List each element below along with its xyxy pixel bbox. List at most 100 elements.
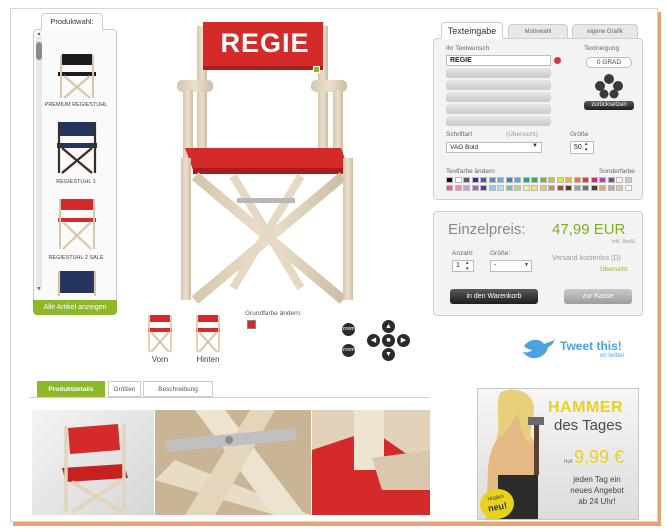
color-swatch[interactable] [497,184,504,191]
detail-photo-chair[interactable] [32,410,154,515]
color-swatch[interactable] [565,177,572,183]
color-swatch[interactable] [446,177,453,183]
text-line-1[interactable]: REGIE [446,55,551,66]
color-swatch[interactable] [514,184,521,191]
base-color-swatch[interactable] [247,320,256,329]
resize-handle-icon[interactable] [313,66,320,73]
qty-arrows-icon[interactable]: ▲ ▼ [465,260,469,272]
color-swatch[interactable] [471,177,479,183]
color-swatch[interactable] [624,177,632,183]
color-swatch[interactable] [556,184,564,191]
chair-thumbnail-navy[interactable] [52,268,102,296]
view-front-thumbnail[interactable] [145,313,175,353]
color-swatch[interactable] [505,177,513,183]
color-swatch[interactable] [522,184,530,191]
detail-photo-arm[interactable] [312,410,430,515]
chevron-down-icon[interactable]: ▼ [532,143,538,149]
color-palette[interactable] [446,177,636,193]
tweet-link[interactable]: Tweet this! [560,339,622,353]
color-swatch[interactable] [471,184,479,191]
tilt-value[interactable]: 0 GRAD [586,57,632,68]
zoom-out-button[interactable]: zoom [342,344,355,357]
chevron-down-icon[interactable]: ▼ [524,262,529,268]
view-back-thumbnail[interactable] [193,313,223,353]
text-line-5[interactable] [446,104,551,114]
color-swatch[interactable] [463,184,470,191]
color-swatch[interactable] [454,184,462,191]
color-swatch[interactable] [505,184,513,191]
tab-produktwahl[interactable]: Produktwahl: [41,13,103,30]
color-swatch[interactable] [480,177,487,183]
pan-up-icon[interactable]: ▲ [382,320,395,333]
color-swatch[interactable] [590,184,598,191]
font-overview-link[interactable]: (Übersicht) [506,131,538,138]
color-swatch[interactable] [582,184,589,191]
list-item[interactable]: REGIESTUHL 1 [34,115,118,190]
view-back-label: Hinten [196,355,220,364]
color-swatch[interactable] [590,177,598,183]
color-swatch[interactable] [548,177,555,183]
color-swatch[interactable] [463,177,470,183]
detail-photo-joint[interactable] [155,410,311,515]
color-swatch[interactable] [624,184,632,191]
tab-texteingabe[interactable]: Texteingabe [441,22,503,39]
text-line-2[interactable] [446,68,551,78]
price-label: Einzelpreis: [448,221,526,238]
stepper-arrows-icon[interactable]: ▲ ▼ [584,141,588,153]
zoom-in-button[interactable]: zoom [342,323,355,336]
reset-tilt-button[interactable]: zurücksetzen [584,101,634,110]
overview-link[interactable]: Übersicht [600,266,627,273]
qty-stepper[interactable]: 1 [452,260,474,272]
tab-groessen[interactable]: Größen [108,381,141,397]
text-line-4[interactable] [446,92,551,102]
color-swatch[interactable] [522,177,530,183]
pan-left-icon[interactable]: ◀ [367,334,380,347]
color-swatch[interactable] [607,177,615,183]
arm-photo [312,410,430,515]
text-line-6[interactable] [446,116,551,126]
color-swatch[interactable] [531,184,538,191]
color-swatch[interactable] [539,184,547,191]
color-swatch[interactable] [573,184,581,191]
color-swatch[interactable] [446,184,453,191]
color-swatch[interactable] [539,177,547,183]
pan-right-icon[interactable]: ▶ [397,334,410,347]
color-swatch[interactable] [616,184,623,191]
twitter-bird-icon[interactable] [522,336,556,360]
tilt-presets-icon[interactable] [594,73,624,99]
tab-motivwahl[interactable]: Motivwahl [508,24,568,39]
show-all-button[interactable]: Alle Artikel anzeigen [33,300,117,315]
checkout-button[interactable]: zur Kasse [564,289,632,304]
color-swatch[interactable] [488,184,496,191]
text-line-3[interactable] [446,80,551,90]
color-swatch[interactable] [531,177,538,183]
color-swatch[interactable] [497,177,504,183]
color-swatch[interactable] [548,184,555,191]
color-swatch[interactable] [565,184,572,191]
delete-line-icon[interactable] [554,57,561,64]
color-swatch[interactable] [616,177,623,183]
color-swatch[interactable] [514,177,521,183]
color-swatch[interactable] [573,177,581,183]
add-to-cart-button[interactable]: in den Warenkorb [450,289,538,304]
pan-center-icon[interactable]: ■ [382,334,395,347]
pan-down-icon[interactable]: ▼ [382,348,395,361]
tab-produktdetails[interactable]: Produktdetails [37,381,105,397]
font-select[interactable]: VAG Bold [446,142,542,153]
promo-title-2: des Tages [554,417,623,434]
color-swatch[interactable] [599,184,606,191]
tab-beschreibung[interactable]: Beschreibung [143,381,213,397]
color-swatch[interactable] [582,177,589,183]
color-swatch[interactable] [488,177,496,183]
list-item[interactable]: REGIESTUHL 2 SALE [34,190,118,265]
scroll-down-icon[interactable]: ▼ [36,286,42,292]
list-item[interactable]: PREMIUM REGIESTUHL [34,30,118,115]
color-swatch[interactable] [599,177,606,183]
color-swatch[interactable] [480,184,487,191]
color-swatch[interactable] [607,184,615,191]
color-swatch[interactable] [454,177,462,183]
size-stepper[interactable]: 50 [570,141,594,154]
tab-eigene-grafik[interactable]: eigene Grafik [572,24,638,39]
color-swatch[interactable] [556,177,564,183]
promo-banner[interactable]: HAMMER des Tages nur 9,99 € jeden Tag ei… [477,388,639,520]
